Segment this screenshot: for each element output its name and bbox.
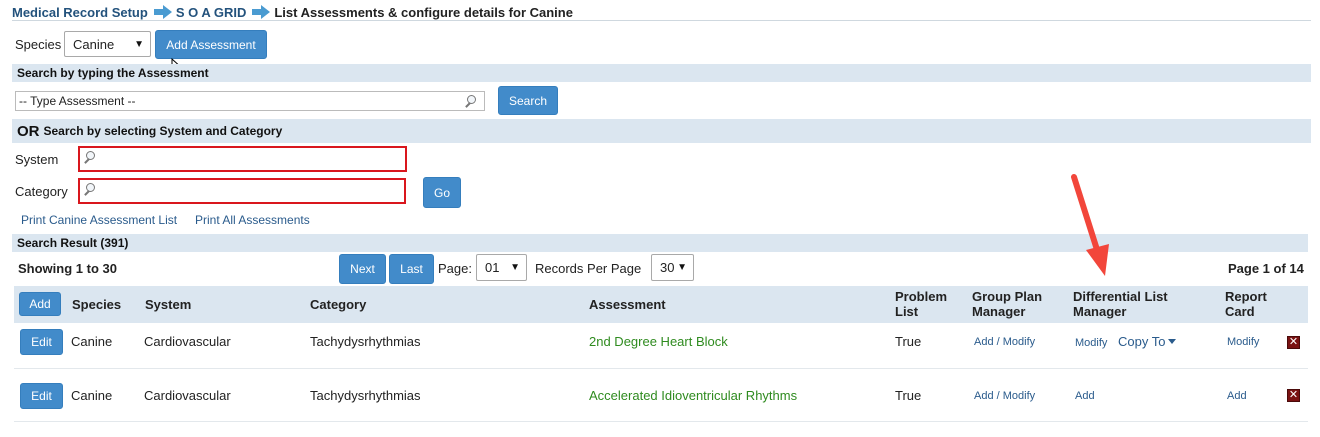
chevron-down-icon: ▼: [677, 262, 687, 273]
header-diff-list-line1: Differential List: [1073, 289, 1168, 304]
edit-button[interactable]: Edit: [20, 383, 63, 409]
assessment-link[interactable]: Accelerated Idioventricular Rhythms: [589, 388, 797, 403]
system-label: System: [15, 152, 59, 167]
page-label: Page:: [438, 261, 472, 276]
chevron-down-icon: ▼: [510, 262, 520, 273]
species-label: Species: [15, 37, 62, 52]
records-per-page-value: 30: [660, 260, 675, 275]
cell-species: Canine: [71, 388, 113, 403]
header-group-plan-line2: Manager: [972, 304, 1026, 319]
search-typing-heading-text: Search by typing the Assessment: [17, 66, 209, 80]
assessment-search-input[interactable]: -- Type Assessment --: [15, 91, 485, 111]
search-typing-heading: Search by typing the Assessment: [12, 64, 1311, 82]
cell-species: Canine: [71, 334, 113, 349]
showing-count: Showing 1 to 30: [18, 261, 117, 276]
copy-to-dropdown[interactable]: Copy To: [1118, 334, 1177, 349]
page-select[interactable]: 01 ▼: [476, 254, 527, 281]
header-diff-list-line2: Manager: [1073, 304, 1127, 319]
page-select-value: 01: [485, 260, 500, 275]
copy-to-label: Copy To: [1118, 334, 1166, 349]
header-problem-list-line1: Problem: [895, 289, 948, 304]
system-input[interactable]: [78, 146, 407, 172]
cell-category: Tachydysrhythmias: [310, 388, 421, 403]
add-assessment-button[interactable]: Add Assessment: [155, 30, 267, 59]
assessment-link[interactable]: 2nd Degree Heart Block: [589, 334, 728, 349]
assessment-search-placeholder: -- Type Assessment --: [19, 94, 136, 108]
group-plan-link[interactable]: Add / Modify: [974, 336, 1035, 348]
category-input[interactable]: [78, 178, 406, 204]
records-per-page-label: Records Per Page: [535, 261, 642, 276]
search-selecting-heading-text: Search by selecting System and Category: [43, 124, 283, 138]
search-icon: [83, 183, 97, 197]
caret-down-icon: [1168, 339, 1177, 344]
category-label: Category: [15, 184, 68, 199]
header-system: System: [145, 297, 192, 312]
header-group-plan-line1: Group Plan: [972, 289, 1043, 304]
go-button[interactable]: Go: [423, 177, 461, 208]
search-selecting-heading: OR Search by selecting System and Catego…: [12, 119, 1311, 143]
diff-list-modify-link[interactable]: Modify: [1075, 337, 1107, 349]
species-select-value: Canine: [73, 36, 115, 52]
breadcrumb: Medical Record Setup S O A GRID List Ass…: [12, 3, 573, 21]
last-button[interactable]: Last: [389, 254, 434, 284]
annotation-arrow-icon: [1071, 174, 1109, 276]
header-report-card: Report Card: [1225, 289, 1267, 319]
next-button[interactable]: Next: [339, 254, 386, 284]
header-problem-list-line2: List: [895, 304, 919, 319]
add-row-button[interactable]: Add: [19, 292, 61, 316]
breadcrumb-medical-record-setup[interactable]: Medical Record Setup: [12, 5, 148, 20]
header-category: Category: [310, 297, 367, 312]
delete-icon[interactable]: ✕: [1287, 336, 1300, 349]
breadcrumb-soa-grid[interactable]: S O A GRID: [176, 5, 247, 20]
chevron-down-icon: ▼: [134, 38, 144, 50]
header-report-card-line2: Card: [1225, 304, 1255, 319]
print-all-assessments-link[interactable]: Print All Assessments: [195, 213, 310, 227]
arrow-right-icon: [153, 5, 172, 19]
report-card-link[interactable]: Add: [1227, 390, 1247, 402]
cell-problem-list: True: [895, 334, 922, 349]
print-canine-list-link[interactable]: Print Canine Assessment List: [21, 213, 177, 227]
search-icon: [83, 151, 97, 165]
records-per-page-select[interactable]: 30 ▼: [651, 254, 694, 281]
diff-list-add-link[interactable]: Add: [1075, 390, 1095, 402]
breadcrumb-current: List Assessments & configure details for…: [274, 4, 573, 20]
cell-category: Tachydysrhythmias: [310, 334, 421, 349]
search-button[interactable]: Search: [498, 86, 558, 115]
header-group-plan-manager: Group Plan Manager: [972, 289, 1042, 319]
header-assessment: Assessment: [589, 297, 666, 312]
or-label: OR: [17, 122, 40, 140]
delete-icon[interactable]: ✕: [1287, 389, 1300, 402]
divider: [12, 20, 1311, 21]
row-divider: [14, 421, 1308, 422]
header-problem-list: Problem List: [895, 289, 947, 319]
cell-system: Cardiovascular: [144, 388, 231, 403]
species-select[interactable]: Canine ▼: [64, 31, 151, 57]
edit-button[interactable]: Edit: [20, 329, 63, 355]
page-of-count: Page 1 of 14: [1228, 261, 1304, 276]
cell-system: Cardiovascular: [144, 334, 231, 349]
arrow-right-icon: [252, 5, 271, 19]
group-plan-link[interactable]: Add / Modify: [974, 390, 1035, 402]
search-result-heading-text: Search Result (391): [17, 236, 129, 250]
header-differential-list-manager: Differential List Manager: [1073, 289, 1168, 319]
header-report-card-line1: Report: [1225, 289, 1267, 304]
search-icon: [464, 95, 478, 109]
header-species: Species: [72, 297, 122, 312]
cell-problem-list: True: [895, 388, 922, 403]
report-card-link[interactable]: Modify: [1227, 336, 1259, 348]
